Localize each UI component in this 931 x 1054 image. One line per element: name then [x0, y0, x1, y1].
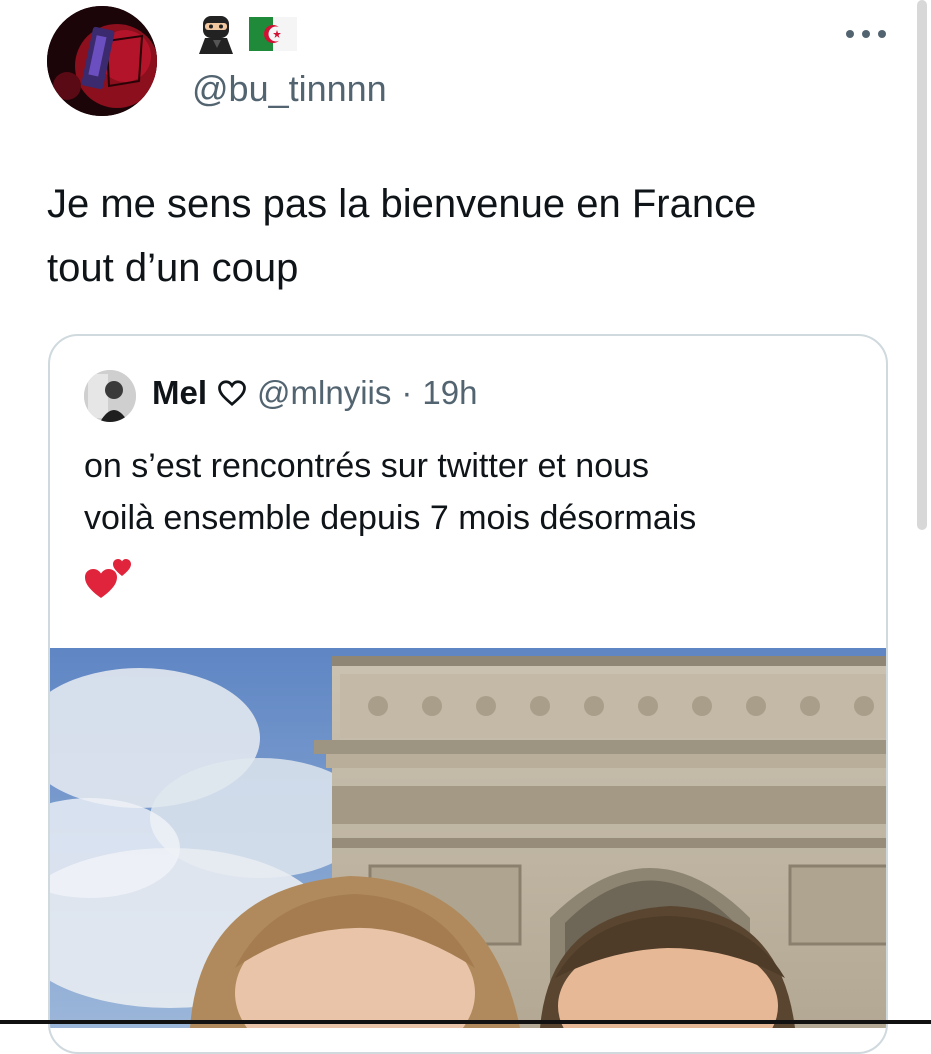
quoted-tweet-text: on s’est rencontrés sur twitter et nous …	[84, 447, 697, 537]
algeria-flag-icon	[249, 17, 297, 51]
quoted-tweet-photo[interactable]	[50, 648, 888, 1028]
author-avatar[interactable]	[47, 6, 157, 116]
author-handle[interactable]: @bu_tinnnn	[192, 68, 387, 110]
heart-outline-icon	[218, 380, 246, 407]
author-display-name-emojis	[195, 14, 297, 54]
quoted-author-avatar	[84, 370, 136, 422]
quoted-author-handle[interactable]: @mlnyiis	[257, 374, 391, 412]
scrollbar[interactable]	[917, 0, 927, 530]
two-hearts-emoji-icon	[84, 550, 136, 607]
more-dots-icon	[846, 30, 886, 38]
quoted-tweet-header: Mel @mlnyiis · 19h	[152, 374, 477, 412]
quoted-author-name[interactable]: Mel	[152, 374, 207, 412]
quoted-tweet-timestamp[interactable]: 19h	[422, 374, 477, 412]
avatar-image	[47, 6, 157, 116]
tweet-text: Je me sens pas la bienvenue en France to…	[47, 182, 757, 290]
header-separator: ·	[401, 374, 413, 411]
bottom-edge-bar	[0, 1020, 931, 1024]
quoted-avatar-image	[84, 370, 136, 422]
more-options-button[interactable]	[838, 16, 894, 52]
ninja-emoji-icon	[199, 16, 233, 54]
quoted-tweet-card[interactable]: Mel @mlnyiis · 19h on s’est rencontrés s…	[48, 334, 888, 1054]
